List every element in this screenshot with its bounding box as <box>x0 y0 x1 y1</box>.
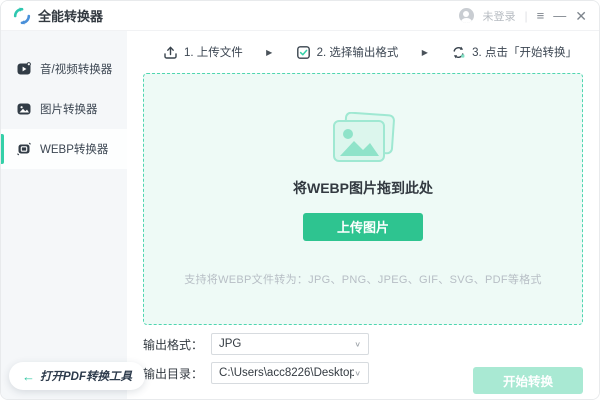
checkbox-step-icon <box>296 45 311 60</box>
step-select-format: 2. 选择输出格式 <box>296 44 399 60</box>
close-icon[interactable]: ✕ <box>575 9 587 23</box>
step-upload: 1. 上传文件 <box>163 44 243 60</box>
app-logo-icon <box>13 7 31 25</box>
main-panel: 1. 上传文件 ▶ 2. 选择输出格式 ▶ <box>127 31 599 399</box>
sidebar-item-webp-converter[interactable]: WEBP转换器 <box>1 129 127 169</box>
convert-step-icon <box>451 45 466 60</box>
start-convert-button[interactable]: 开始转换 <box>473 367 583 394</box>
supported-formats-hint: 支持将WEBP文件转为：JPG、PNG、JPEG、GIF、SVG、PDF等格式 <box>184 271 542 287</box>
back-arrow-icon: ← <box>22 369 35 384</box>
step-arrow-icon: ▶ <box>422 48 428 57</box>
login-status-label[interactable]: 未登录 <box>483 8 516 24</box>
image-converter-icon <box>16 101 32 117</box>
output-format-value: JPG <box>219 338 354 350</box>
output-dir-value: C:\Users\acc8226\Desktop <box>219 367 354 379</box>
app-window: 全能转换器 未登录 | ≡ — ✕ 音/视频转换器 <box>0 0 600 400</box>
sidebar-item-label: 音/视频转换器 <box>40 61 112 77</box>
output-format-label: 输出格式： <box>143 336 203 353</box>
output-settings: 输出格式： JPG ∨ 输出目录： C:\Users\acc8226\Deskt… <box>143 333 583 399</box>
output-dir-label: 输出目录： <box>143 365 203 382</box>
app-title: 全能转换器 <box>38 6 103 25</box>
webp-converter-icon <box>16 141 32 157</box>
user-avatar[interactable] <box>459 8 474 23</box>
sidebar-item-image-converter[interactable]: 图片转换器 <box>1 89 127 129</box>
audio-video-icon <box>16 61 32 77</box>
titlebar: 全能转换器 未登录 | ≡ — ✕ <box>1 1 599 31</box>
sidebar-item-label: WEBP转换器 <box>40 141 108 157</box>
pdf-tool-label: 打开PDF转换工具 <box>40 368 132 384</box>
step-label: 2. 选择输出格式 <box>317 44 399 60</box>
step-label: 3. 点击「开始转换」 <box>472 44 577 60</box>
titlebar-divider: | <box>525 9 528 23</box>
chevron-down-icon: ∨ <box>354 340 361 349</box>
open-pdf-tool-button[interactable]: ← 打开PDF转换工具 <box>9 362 145 390</box>
step-start-convert: 3. 点击「开始转换」 <box>451 44 577 60</box>
sidebar-item-label: 图片转换器 <box>40 101 98 117</box>
picture-placeholder-icon <box>329 112 397 168</box>
upload-image-button[interactable]: 上传图片 <box>303 213 423 241</box>
step-arrow-icon: ▶ <box>266 48 272 57</box>
minimize-icon[interactable]: — <box>553 9 566 22</box>
output-format-select[interactable]: JPG ∨ <box>211 333 369 355</box>
steps-bar: 1. 上传文件 ▶ 2. 选择输出格式 ▶ <box>127 31 599 73</box>
menu-icon[interactable]: ≡ <box>537 9 545 22</box>
dropzone-title: 将WEBP图片拖到此处 <box>293 178 433 198</box>
step-label: 1. 上传文件 <box>184 44 243 60</box>
sidebar-item-audio-video-converter[interactable]: 音/视频转换器 <box>1 49 127 89</box>
output-dir-select[interactable]: C:\Users\acc8226\Desktop ∨ <box>211 362 369 384</box>
sidebar: 音/视频转换器 图片转换器 WEBP转换器 <box>1 31 127 399</box>
webp-dropzone[interactable]: 将WEBP图片拖到此处 上传图片 支持将WEBP文件转为：JPG、PNG、JPE… <box>143 73 583 325</box>
chevron-down-icon: ∨ <box>354 369 361 378</box>
upload-step-icon <box>163 45 178 60</box>
